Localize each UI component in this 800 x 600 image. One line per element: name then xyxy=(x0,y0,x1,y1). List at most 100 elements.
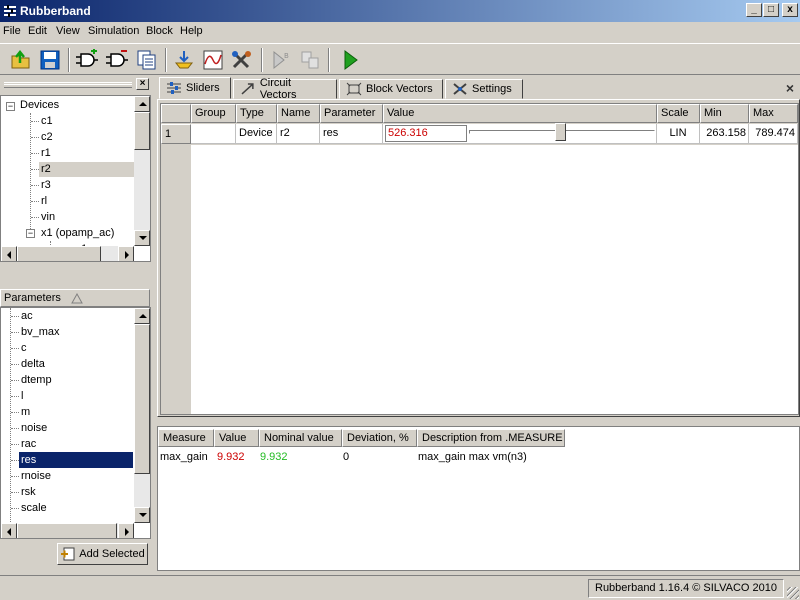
measure-nominal[interactable]: 9.932 xyxy=(260,449,288,465)
close-window-button[interactable]: x xyxy=(782,3,798,17)
tree-item-x1[interactable]: x1 (opamp_ac) xyxy=(39,226,116,241)
devices-vscrollbar[interactable] xyxy=(134,96,150,246)
tree-item-rl[interactable]: rl xyxy=(39,194,49,209)
maximize-button[interactable]: □ xyxy=(763,3,779,17)
cell-min[interactable]: 263.158 xyxy=(700,124,749,144)
menu-simulation[interactable]: Simulation xyxy=(88,25,139,37)
cell-scale[interactable]: LIN xyxy=(657,124,700,144)
collapse-x1-icon[interactable]: − xyxy=(26,229,35,238)
scroll-left-button[interactable] xyxy=(1,246,17,261)
param-item-ac[interactable]: ac xyxy=(19,308,35,324)
tree-item-r1[interactable]: r1 xyxy=(39,146,53,161)
tree-item-c1[interactable]: c1 xyxy=(39,114,55,129)
scroll-thumb[interactable] xyxy=(134,324,150,474)
param-item-scale[interactable]: scale xyxy=(19,500,49,516)
value-slider-thumb[interactable] xyxy=(555,123,566,141)
resize-grip-icon[interactable] xyxy=(787,587,799,599)
tree-item-r2[interactable]: r2 xyxy=(39,162,135,177)
param-item-res[interactable]: res xyxy=(19,452,133,468)
tab-sliders[interactable]: Sliders xyxy=(159,77,231,99)
param-item-c[interactable]: c xyxy=(19,340,29,356)
tools-icon[interactable] xyxy=(229,47,255,73)
param-item-rsk[interactable]: rsk xyxy=(19,484,38,500)
cell-name[interactable]: r2 xyxy=(277,124,320,144)
parameters-vscrollbar[interactable] xyxy=(134,308,150,523)
menu-block[interactable]: Block xyxy=(146,25,173,37)
add-selected-button[interactable]: Add Selected xyxy=(57,543,148,565)
parameters-header[interactable]: Parameters xyxy=(0,289,150,307)
close-tab-button[interactable]: × xyxy=(786,80,794,96)
column-header-deviation[interactable]: Deviation, % xyxy=(342,429,417,447)
horizontal-splitter[interactable] xyxy=(157,418,800,426)
value-input[interactable]: 526.316 xyxy=(385,125,467,142)
devices-hscrollbar[interactable] xyxy=(1,246,134,261)
collapse-devices-icon[interactable]: − xyxy=(6,102,15,111)
column-header-measure[interactable]: Measure xyxy=(158,429,214,447)
open-icon[interactable] xyxy=(8,47,34,73)
close-panel-button[interactable]: × xyxy=(136,78,149,90)
column-header-group[interactable]: Group xyxy=(191,104,236,123)
param-item-dtemp[interactable]: dtemp xyxy=(19,372,54,388)
scroll-thumb[interactable] xyxy=(134,112,150,150)
cell-group[interactable] xyxy=(191,124,236,144)
measure-description[interactable]: max_gain max vm(n3) xyxy=(418,449,527,465)
column-header-max[interactable]: Max xyxy=(749,104,798,123)
column-header-parameter[interactable]: Parameter xyxy=(320,104,383,123)
scroll-right-button[interactable] xyxy=(118,523,134,538)
add-block-icon[interactable] xyxy=(74,47,100,73)
param-item-m[interactable]: m xyxy=(19,404,32,420)
column-header-scale[interactable]: Scale xyxy=(657,104,700,123)
column-header-description[interactable]: Description from .MEASURE xyxy=(417,429,565,447)
probe-icon[interactable] xyxy=(171,47,197,73)
param-item-delta[interactable]: delta xyxy=(19,356,47,372)
run-icon[interactable] xyxy=(337,47,363,73)
hscroll-thumb[interactable] xyxy=(17,523,117,538)
column-header-nominal[interactable]: Nominal value xyxy=(259,429,342,447)
scroll-down-button[interactable] xyxy=(134,507,150,523)
param-item-l[interactable]: l xyxy=(19,388,25,404)
copy-icon[interactable] xyxy=(134,47,160,73)
tab-circuit-vectors[interactable]: Circuit Vectors xyxy=(233,77,337,101)
compare-icon[interactable] xyxy=(297,47,323,73)
menu-edit[interactable]: Edit xyxy=(28,25,47,37)
scroll-right-button[interactable] xyxy=(118,246,134,261)
tree-item-r3[interactable]: r3 xyxy=(39,178,53,193)
remove-block-icon[interactable] xyxy=(104,47,130,73)
tree-item-vin[interactable]: vin xyxy=(39,210,57,225)
tab-settings[interactable]: Settings xyxy=(445,79,523,99)
scroll-up-button[interactable] xyxy=(134,308,150,324)
step-icon[interactable]: B xyxy=(267,47,293,73)
cell-max[interactable]: 789.474 xyxy=(749,124,798,144)
parameters-hscrollbar[interactable] xyxy=(1,523,134,538)
column-header-measure-value[interactable]: Value xyxy=(214,429,259,447)
column-header-value[interactable]: Value xyxy=(383,104,657,123)
param-item-noise[interactable]: noise xyxy=(19,420,49,436)
save-icon[interactable] xyxy=(37,47,63,73)
cell-type[interactable]: Device xyxy=(236,124,277,144)
tree-root-devices[interactable]: Devices xyxy=(18,98,61,113)
row-number[interactable]: 1 xyxy=(161,124,191,144)
menu-file[interactable]: File xyxy=(3,25,21,37)
cell-parameter[interactable]: res xyxy=(320,124,383,144)
waveform-icon[interactable] xyxy=(200,47,226,73)
measure-name[interactable]: max_gain xyxy=(160,449,208,465)
hscroll-thumb[interactable] xyxy=(17,246,101,261)
scroll-left-button[interactable] xyxy=(1,523,17,538)
tab-block-vectors[interactable]: Block Vectors xyxy=(339,79,443,99)
tree-item-c2[interactable]: c2 xyxy=(39,130,55,145)
block-vectors-icon xyxy=(346,82,362,96)
minimize-button[interactable]: _ xyxy=(746,3,762,17)
param-item-bv_max[interactable]: bv_max xyxy=(19,324,62,340)
measure-value[interactable]: 9.932 xyxy=(217,449,245,465)
scroll-down-button[interactable] xyxy=(134,230,150,246)
scroll-up-button[interactable] xyxy=(134,96,150,112)
column-header-name[interactable]: Name xyxy=(277,104,320,123)
menu-help[interactable]: Help xyxy=(180,25,203,37)
column-header-min[interactable]: Min xyxy=(700,104,749,123)
param-item-rac[interactable]: rac xyxy=(19,436,38,452)
measure-deviation[interactable]: 0 xyxy=(343,449,349,465)
panel-grip[interactable] xyxy=(4,82,132,88)
param-item-rnoise[interactable]: rnoise xyxy=(19,468,53,484)
column-header-type[interactable]: Type xyxy=(236,104,277,123)
menu-view[interactable]: View xyxy=(56,25,80,37)
